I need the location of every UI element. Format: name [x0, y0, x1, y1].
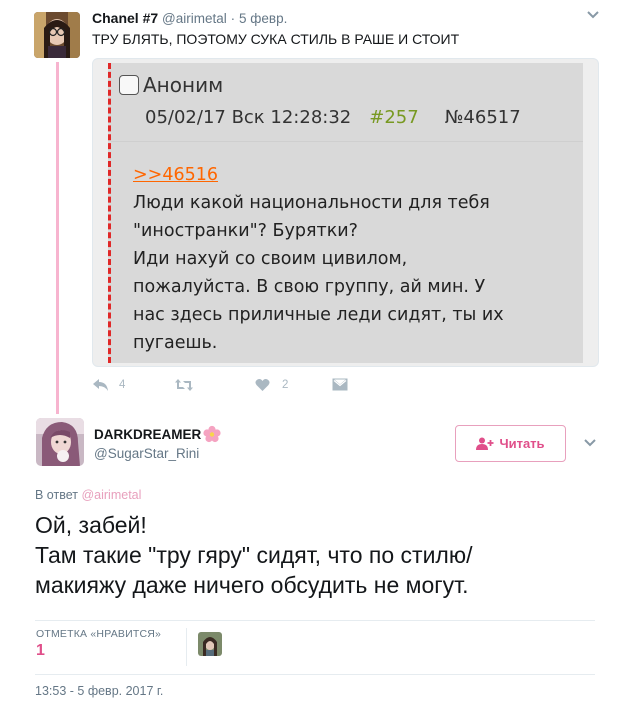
post-datetime: 05/02/17 Вск 12:28:32	[145, 107, 352, 128]
heart-icon	[255, 379, 270, 391]
follow-button-label: Читать	[499, 436, 545, 451]
post-header: Аноним	[119, 73, 223, 97]
dm-action[interactable]	[332, 378, 348, 391]
main-tweet-line: макияжу даже ничего обсудить не могут.	[35, 572, 469, 598]
chevron-down-icon[interactable]	[583, 438, 597, 448]
main-tweet-line: Там такие "тру гяру" сидят, что по стилю…	[35, 542, 473, 568]
reply-action[interactable]: 4	[92, 378, 125, 392]
likes-count[interactable]: 1	[36, 642, 45, 660]
post-divider	[111, 141, 583, 142]
header-separator: ·	[230, 11, 236, 26]
parent-author-name[interactable]: Chanel #7	[92, 10, 158, 26]
reply-count: 4	[119, 379, 126, 391]
post-body: >>46516 Люди какой национальности для те…	[133, 161, 573, 357]
thread-connector-line	[56, 62, 59, 414]
sakura-flower-icon	[203, 425, 221, 443]
like-count: 2	[282, 379, 289, 391]
add-user-icon	[476, 437, 494, 450]
parent-tweet-text: ТРУ БЛЯТЬ, ПОЭТОМУ СУКА СТИЛЬ В РАШЕ И С…	[92, 31, 460, 47]
parent-author-handle[interactable]: @airimetal	[162, 11, 227, 26]
post-id: №46517	[444, 107, 521, 128]
retweet-action[interactable]	[174, 378, 194, 392]
embedded-screenshot[interactable]: Аноним 05/02/17 Вск 12:28:32 #257 №46517 >…	[92, 58, 599, 367]
post-line: нас здесь приличные леди сидят, ты их	[133, 305, 504, 325]
chevron-down-icon[interactable]	[586, 10, 600, 20]
reply-prefix: В ответ	[35, 488, 78, 502]
post-checkbox	[119, 75, 139, 95]
reply-icon	[93, 379, 108, 391]
post-reply-link: >>46516	[133, 165, 218, 185]
stats-divider-top	[35, 620, 595, 621]
parent-author-avatar[interactable]	[34, 12, 80, 58]
follow-button[interactable]: Читать	[455, 425, 566, 462]
post-line: Иди нахуй со своим цивилом,	[133, 249, 408, 269]
main-tweet-timestamp[interactable]: 13:53 - 5 февр. 2017 г.	[35, 684, 163, 698]
stats-separator	[186, 628, 187, 666]
post-number: #257	[369, 107, 419, 128]
imageboard-post: Аноним 05/02/17 Вск 12:28:32 #257 №46517 >…	[108, 63, 583, 363]
post-line: пожалуйста. В свою группу, ай мин. У	[133, 277, 486, 297]
likes-label[interactable]: ОТМЕТКА «НРАВИТСЯ»	[36, 628, 161, 640]
liker-avatar[interactable]	[198, 632, 222, 656]
post-line: Люди какой национальности для тебя	[133, 193, 490, 213]
main-author-avatar[interactable]	[36, 418, 84, 466]
parent-tweet-actions: 4 2	[92, 378, 392, 398]
parent-tweet-date[interactable]: 5 февр.	[239, 11, 287, 26]
main-author-name[interactable]: DARKDREAMER	[94, 427, 201, 442]
main-author-handle[interactable]: @SugarStar_Rini	[94, 446, 199, 461]
stats-divider-bottom	[35, 674, 595, 675]
retweet-icon	[175, 379, 193, 391]
post-author-name: Аноним	[143, 73, 224, 97]
direct-message-icon	[332, 378, 348, 391]
post-meta: 05/02/17 Вск 12:28:32 #257 №46517	[145, 107, 521, 128]
reply-mention-link[interactable]: @airimetal	[81, 488, 141, 502]
post-line: пугаешь.	[133, 333, 218, 353]
reply-context: В ответ @airimetal	[35, 488, 141, 502]
like-action[interactable]: 2	[255, 378, 288, 392]
main-tweet-text: Ой, забей! Там такие "тру гяру" сидят, ч…	[35, 510, 595, 600]
main-tweet-line: Ой, забей!	[35, 512, 147, 538]
parent-tweet-header: Chanel #7 @airimetal · 5 февр.	[92, 10, 287, 26]
main-author-name-row[interactable]: DARKDREAMER	[94, 425, 222, 443]
post-line: "иностранки"? Бурятки?	[133, 221, 358, 241]
